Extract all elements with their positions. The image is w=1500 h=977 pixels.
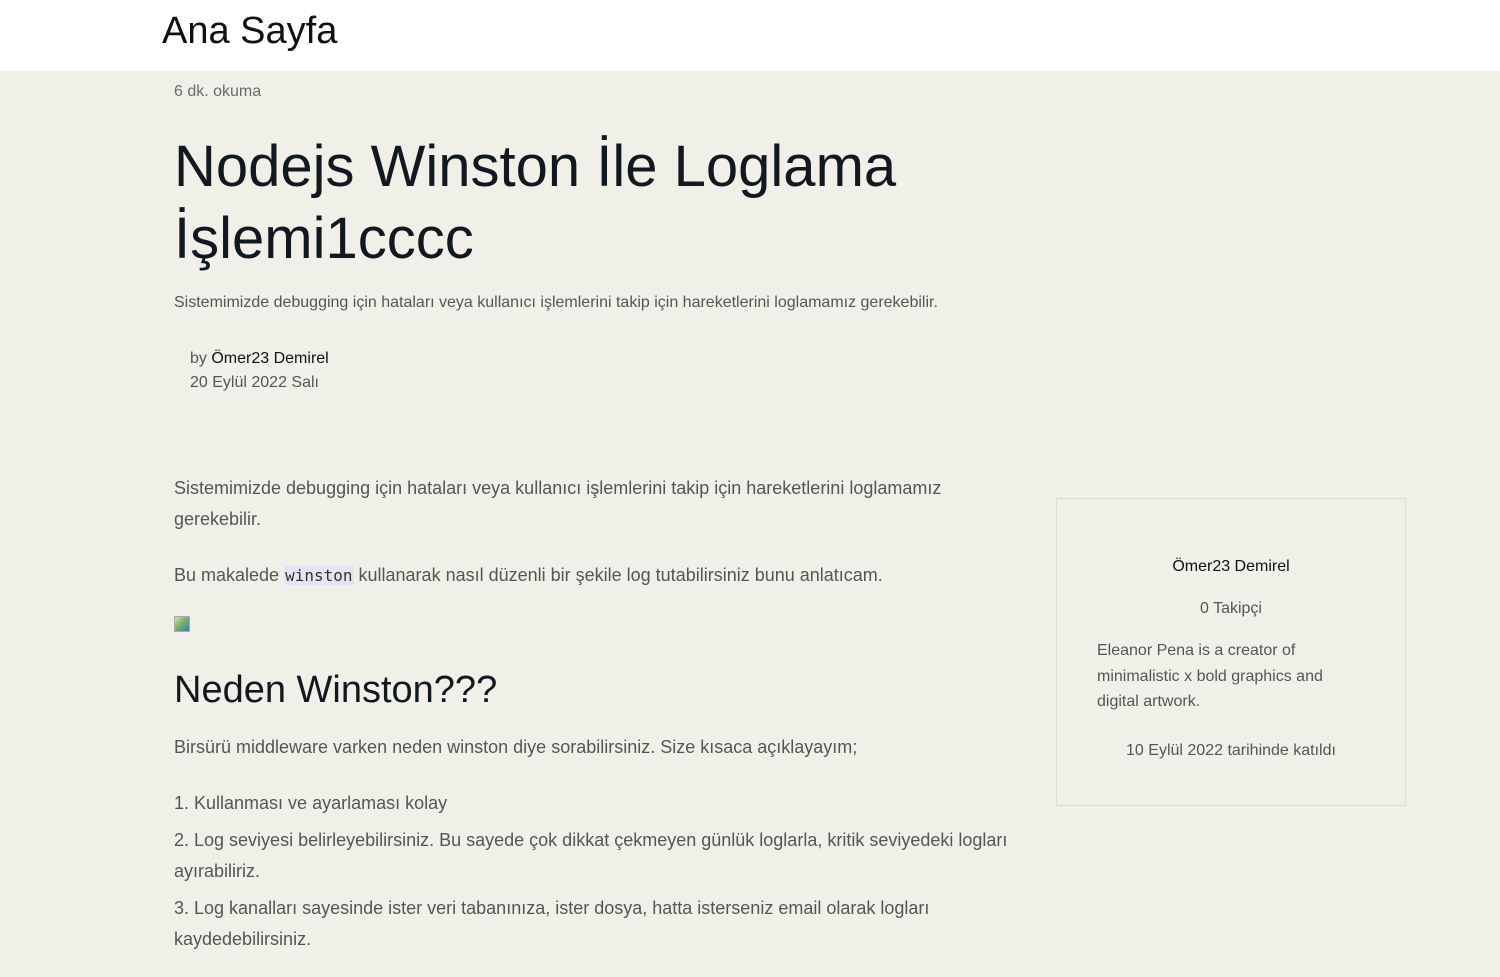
article-body: Sistemimizde debugging için hataları vey…	[174, 473, 1014, 961]
body-paragraph-1: Sistemimizde debugging için hataları vey…	[174, 478, 942, 529]
list-item: 1. Kullanması ve ayarlaması kolay	[174, 793, 448, 813]
author-card-followers: 0 Takipçi	[1200, 600, 1262, 617]
article-title: Nodejs Winston İle Loglama İşlemi1cccc	[174, 134, 897, 271]
para2-text-before: Bu makalede	[174, 565, 285, 585]
body-paragraph-2: Bu makalede winston kullanarak nasıl düz…	[174, 560, 1014, 591]
para2-text-after: kullanarak nasıl düzenli bir şekile log …	[353, 565, 883, 585]
list-item: 3. Log kanalları sayesinde ister veri ta…	[174, 898, 930, 949]
article-subtitle: Sistemimizde debugging için hataları vey…	[174, 294, 938, 311]
author-link[interactable]: Ömer23 Demirel	[211, 350, 328, 367]
home-link[interactable]: Ana Sayfa	[162, 8, 337, 54]
byline: by Ömer23 Demirel 20 Eylül 2022 Salı	[190, 347, 329, 395]
publish-date: 20 Eylül 2022 Salı	[190, 374, 319, 391]
author-card-bio: Eleanor Pena is a creator of minimalisti…	[1097, 642, 1323, 710]
author-card-joined-date: 10 Eylül 2022 tarihinde katıldı	[1126, 742, 1336, 759]
inline-code-winston: winston	[284, 566, 354, 585]
list-item: 2. Log seviyesi belirleyebilirsiniz. Bu …	[174, 830, 1008, 881]
by-prefix: by	[190, 350, 207, 367]
section-heading: Neden Winston???	[174, 669, 498, 711]
broken-image-icon	[174, 616, 190, 632]
top-navbar: Ana Sayfa	[0, 0, 1500, 71]
body-paragraph-3: Birsürü middleware varken neden winston …	[174, 737, 858, 757]
author-card-name[interactable]: Ömer23 Demirel	[1057, 558, 1405, 576]
read-time: 6 dk. okuma	[174, 83, 262, 100]
author-card: Ömer23 Demirel 0 Takipçi Eleanor Pena is…	[1056, 498, 1406, 806]
